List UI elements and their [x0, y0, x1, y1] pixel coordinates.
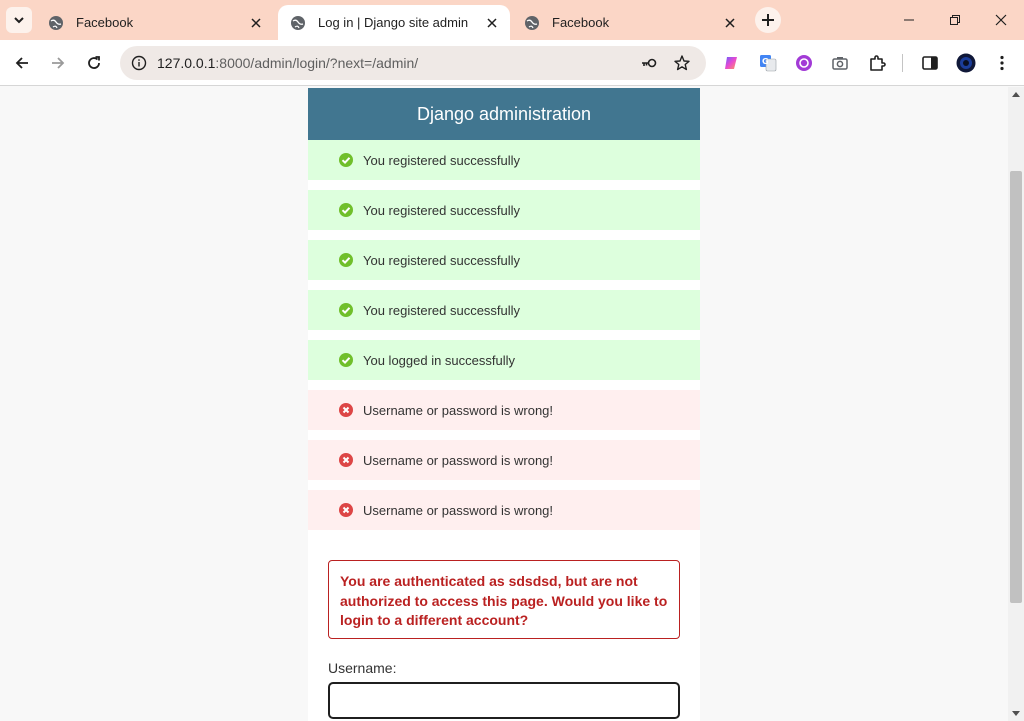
message-error: Username or password is wrong! — [308, 490, 700, 530]
message-text: You logged in successfully — [363, 352, 516, 368]
chevron-down-icon — [14, 17, 24, 24]
new-tab-button[interactable] — [755, 7, 781, 33]
message-success: You logged in successfully — [308, 340, 700, 380]
arrow-right-icon — [52, 57, 65, 69]
reload-button[interactable] — [80, 49, 108, 77]
url-text[interactable]: 127.0.0.1:8000/admin/login/?next=/admin/ — [157, 46, 418, 80]
success-check-icon — [339, 253, 353, 267]
tab-title: Facebook — [552, 15, 610, 30]
scroll-thumb[interactable] — [1010, 171, 1022, 603]
site-title: Django administration — [416, 103, 592, 124]
close-window-button[interactable] — [987, 6, 1015, 34]
message-text: Username or password is wrong! — [363, 502, 554, 518]
site-header: Django administration — [308, 88, 700, 140]
error-x-icon — [339, 503, 353, 517]
page-viewport: Django administration You registered suc… — [0, 87, 1008, 721]
browser-toolbar: 127.0.0.1:8000/admin/login/?next=/admin/… — [0, 40, 1024, 86]
globe-icon — [291, 15, 305, 30]
message-error: Username or password is wrong! — [308, 390, 700, 430]
url-path: :8000/admin/login/?next=/admin/ — [215, 55, 419, 71]
success-check-icon — [339, 153, 353, 167]
svg-text:G: G — [762, 57, 769, 66]
tab-facebook-2[interactable]: Facebook — [512, 5, 748, 40]
message-list: You registered successfully You register… — [308, 140, 700, 530]
forward-button[interactable] — [44, 49, 72, 77]
camera-icon[interactable] — [828, 51, 852, 75]
minimize-button[interactable] — [895, 6, 923, 34]
tab-django-login[interactable]: Log in | Django site admin — [278, 5, 510, 40]
tab-search-button[interactable] — [6, 7, 32, 33]
message-text: You registered successfully — [363, 202, 521, 218]
message-error: Username or password is wrong! — [308, 440, 700, 480]
close-icon[interactable] — [248, 15, 264, 31]
tab-strip: Facebook Log in | Django site admin Face… — [0, 0, 1024, 40]
address-bar[interactable]: 127.0.0.1:8000/admin/login/?next=/admin/ — [120, 46, 706, 80]
message-text: Username or password is wrong! — [363, 452, 554, 468]
side-panel-icon[interactable] — [918, 51, 942, 75]
close-icon[interactable] — [484, 15, 500, 31]
login-container: Django administration You registered suc… — [308, 88, 700, 721]
url-host: 127.0.0.1 — [157, 55, 216, 71]
plus-icon — [762, 14, 774, 26]
message-success: You registered successfully — [308, 140, 700, 180]
close-icon[interactable] — [722, 15, 738, 31]
profile-avatar[interactable] — [954, 51, 978, 75]
extension-purple-icon[interactable] — [792, 51, 816, 75]
scroll-up-arrow-icon[interactable] — [1012, 92, 1020, 97]
key-icon[interactable] — [637, 51, 661, 75]
message-text: You registered successfully — [363, 252, 521, 268]
error-x-icon — [339, 453, 353, 467]
success-check-icon — [339, 203, 353, 217]
extension-gradient-icon[interactable] — [720, 51, 744, 75]
google-translate-icon[interactable]: G — [756, 51, 780, 75]
kebab-menu-icon[interactable] — [990, 51, 1014, 75]
globe-icon — [49, 15, 63, 30]
bookmark-star-icon[interactable] — [670, 51, 694, 75]
close-icon — [995, 14, 1007, 26]
message-text: You registered successfully — [363, 152, 521, 168]
message-success: You registered successfully — [308, 290, 700, 330]
success-check-icon — [339, 353, 353, 367]
reload-icon — [88, 56, 100, 69]
message-text: You registered successfully — [363, 302, 521, 318]
message-success: You registered successfully — [308, 190, 700, 230]
site-info-icon[interactable] — [127, 51, 151, 75]
error-note: You are authenticated as sdsdsd, but are… — [328, 560, 680, 639]
error-x-icon — [339, 403, 353, 417]
message-text: Username or password is wrong! — [363, 402, 554, 418]
restore-icon — [950, 15, 960, 25]
page-scrollbar[interactable] — [1008, 87, 1024, 721]
extensions-puzzle-icon[interactable] — [865, 51, 889, 75]
tab-title: Facebook — [76, 15, 134, 30]
tab-facebook-1[interactable]: Facebook — [36, 5, 274, 40]
restore-button[interactable] — [941, 6, 969, 34]
username-label: Username: — [328, 660, 397, 676]
message-success: You registered successfully — [308, 240, 700, 280]
success-check-icon — [339, 303, 353, 317]
scroll-down-arrow-icon[interactable] — [1012, 711, 1020, 716]
toolbar-separator — [902, 54, 903, 72]
arrow-left-icon — [15, 57, 28, 69]
globe-icon — [525, 15, 539, 30]
minimize-icon — [904, 19, 914, 21]
tab-title: Log in | Django site admin — [318, 15, 469, 30]
back-button[interactable] — [8, 49, 36, 77]
username-input[interactable] — [328, 682, 680, 719]
